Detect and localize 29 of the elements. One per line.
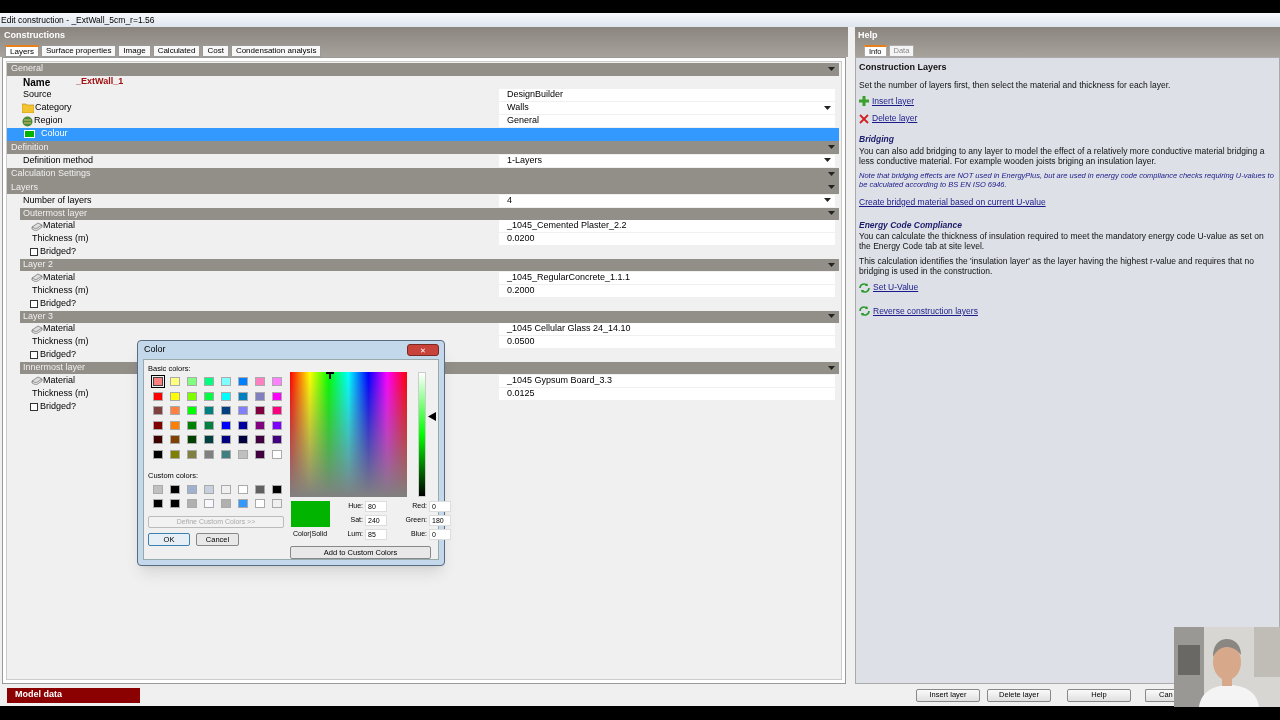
bridged-label: Bridged? — [40, 296, 77, 310]
help-text: You can also add bridging to any layer to model the effect of a relatively more conductive material bridging a less conductive material. For example wooden joists briging an insulation layer. — [859, 145, 1266, 166]
property-label: Category — [35, 101, 72, 115]
property-label: Region — [34, 114, 63, 128]
property-label: Thickness (m) — [32, 283, 89, 297]
property-label: Thickness (m) — [32, 386, 89, 400]
help-text: This calculation identifies the 'insulation layer' as the layer having the highest r-value and requires that no bridging is used in the construction. — [859, 256, 1255, 277]
panel-title: Constructions — [3, 29, 66, 42]
window-title: Edit construction - _ExtWall_5cm_r=1.56 — [1, 13, 155, 27]
panel-title: Help — [857, 29, 879, 42]
help-title: Construction Layers — [859, 61, 948, 74]
property-label: Material — [43, 322, 75, 336]
dialog-title: Color — [143, 343, 166, 357]
bridged-label: Bridged? — [40, 399, 77, 413]
bridged-label: Bridged? — [40, 245, 77, 259]
property-label: Material — [43, 373, 75, 387]
help-text: Set the number of layers first, then select the material and thickness for each layer. — [859, 79, 1172, 90]
help-text: You can calculate the thickness of insulation required to meet the mandatory energy code U-value as set on the Energy Code tab at site level. — [859, 231, 1265, 252]
property-label: Definition method — [23, 153, 94, 167]
property-label: Number of layers — [23, 193, 92, 207]
help-heading: Bridging — [859, 133, 895, 146]
property-label: Material — [43, 270, 75, 284]
bridged-label: Bridged? — [40, 348, 77, 362]
property-label: Source — [23, 88, 52, 102]
help-heading: Energy Code Compliance — [859, 218, 963, 232]
property-label: Thickness (m) — [32, 232, 89, 246]
property-label: Name — [23, 75, 52, 90]
property-label: Thickness (m) — [32, 335, 89, 349]
property-label: Material — [43, 219, 75, 233]
